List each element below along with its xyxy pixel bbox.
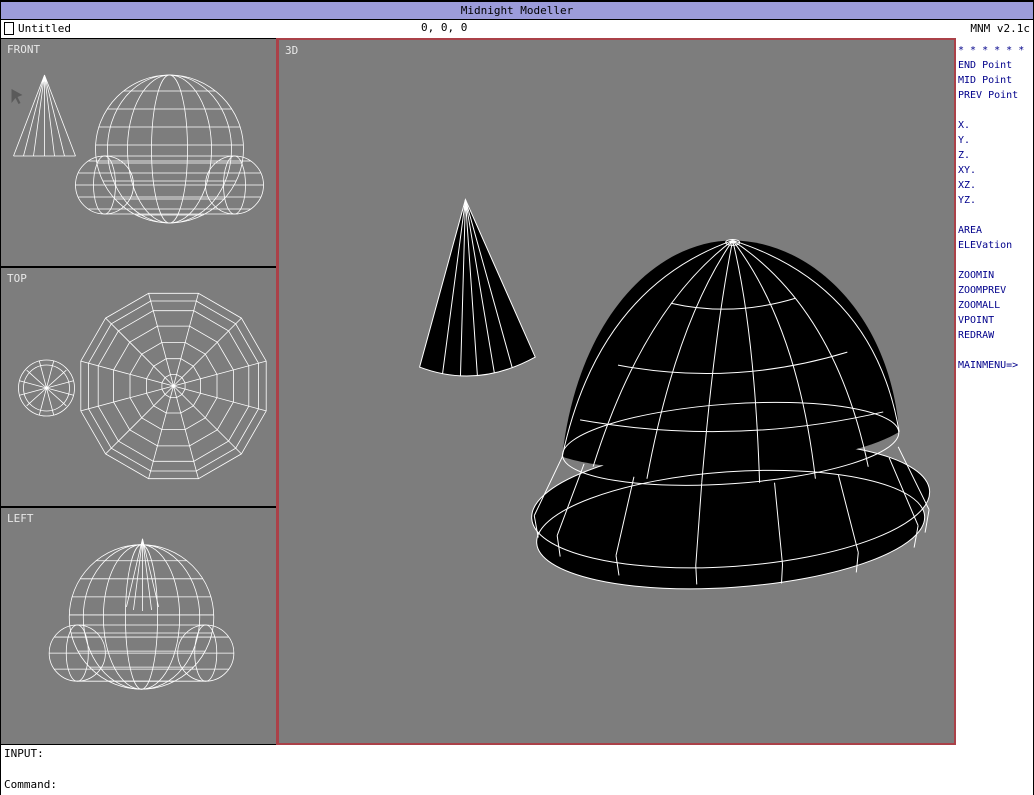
app-window: Midnight Modeller Untitled 0, 0, 0 MNM v… (0, 0, 1034, 795)
menu-spacer (956, 103, 1033, 118)
viewport-front[interactable]: FRONT (1, 38, 276, 268)
menu-item-mid-point[interactable]: MID Point (956, 73, 1033, 88)
menu-spacer (956, 253, 1033, 268)
menu-spacer (956, 208, 1033, 223)
menu-item-end-point[interactable]: END Point (956, 58, 1033, 73)
hat-left-wireframe (49, 545, 234, 690)
menu-item-vpoint[interactable]: VPOINT (956, 313, 1033, 328)
hat-top-wireframe (81, 293, 266, 478)
hat-front-wireframe (76, 75, 264, 223)
3d-render (279, 40, 954, 743)
menu-item-zoomprev[interactable]: ZOOMPREV (956, 283, 1033, 298)
menu-item-zoomin[interactable]: ZOOMIN (956, 268, 1033, 283)
viewport-left-label: LEFT (7, 512, 34, 525)
workspace: FRONT (1, 38, 1033, 745)
menu-item-area[interactable]: AREA (956, 223, 1033, 238)
menu-item-redraw[interactable]: REDRAW (956, 328, 1033, 343)
viewport-front-label: FRONT (7, 43, 40, 56)
cone-3d-solid (420, 200, 536, 376)
console-area: INPUT: Command: (1, 745, 1033, 795)
menu-item-z[interactable]: Z. (956, 148, 1033, 163)
title-bar[interactable]: Midnight Modeller (1, 0, 1033, 20)
front-view-wireframe (1, 39, 276, 266)
viewport-top-label: TOP (7, 272, 27, 285)
menu-spacer (956, 343, 1033, 358)
menu-item-xy[interactable]: XY. (956, 163, 1033, 178)
command-prompt[interactable]: Command: (4, 778, 57, 791)
menu-item-xz[interactable]: XZ. (956, 178, 1033, 193)
menu-item-elevation[interactable]: ELEVation (956, 238, 1033, 253)
current-filename: Untitled (18, 22, 71, 35)
ortho-viewports-column: FRONT (1, 38, 277, 745)
top-view-wireframe (1, 268, 276, 506)
mouse-cursor (12, 89, 23, 104)
viewport-3d[interactable]: 3D (277, 38, 956, 745)
window-menu-box[interactable] (4, 22, 14, 35)
viewport-top[interactable]: TOP (1, 268, 276, 508)
menu-item-x[interactable]: X. (956, 118, 1033, 133)
side-menu: * * * * * * END Point MID Point PREV Poi… (956, 38, 1033, 745)
cone-left-wireframe (126, 539, 158, 611)
cone-front-wireframe (14, 75, 76, 156)
menu-item-zoomall[interactable]: ZOOMALL (956, 298, 1033, 313)
window-title: Midnight Modeller (461, 4, 574, 17)
menu-item-stars[interactable]: * * * * * * (956, 43, 1033, 58)
menu-item-prev-point[interactable]: PREV Point (956, 88, 1033, 103)
app-version: MNM v2.1c (970, 22, 1030, 35)
input-label: INPUT: (4, 747, 44, 760)
coordinate-readout: 0, 0, 0 (421, 21, 467, 34)
left-view-wireframe (1, 508, 276, 744)
cone-top-wireframe (19, 360, 75, 416)
menu-item-y[interactable]: Y. (956, 133, 1033, 148)
viewport-3d-label: 3D (285, 44, 298, 57)
menu-item-yz[interactable]: YZ. (956, 193, 1033, 208)
status-bar: Untitled 0, 0, 0 MNM v2.1c (1, 20, 1033, 38)
menu-item-mainmenu[interactable]: MAINMENU=> (956, 358, 1033, 373)
viewport-left[interactable]: LEFT (1, 508, 276, 745)
hat-3d-solid (527, 239, 933, 600)
